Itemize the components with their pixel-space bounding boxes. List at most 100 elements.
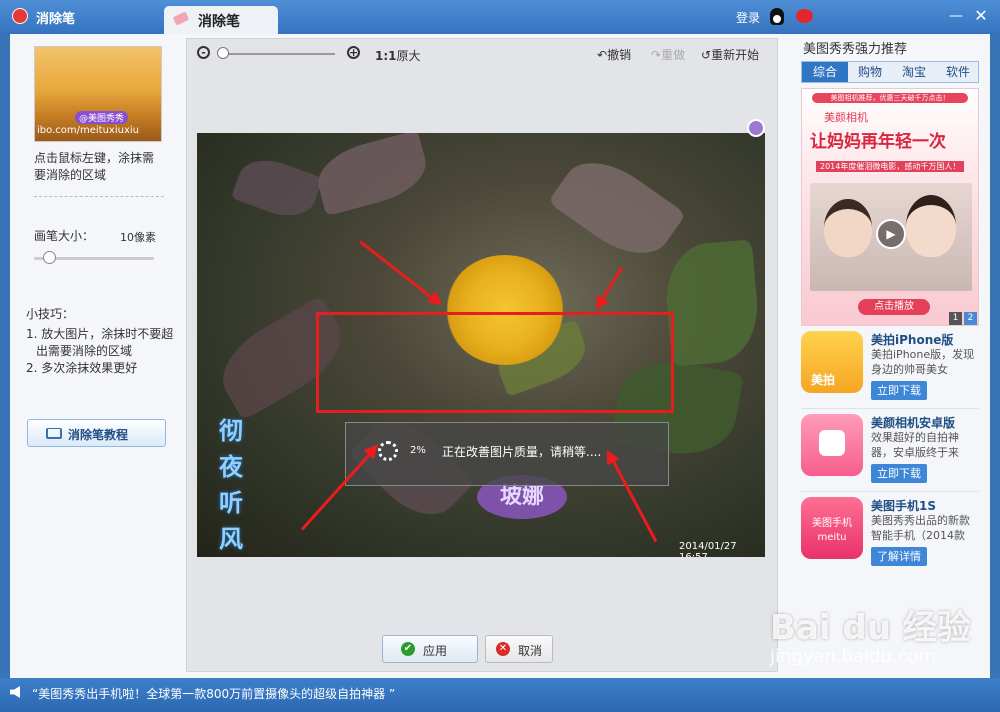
divider (801, 408, 979, 409)
play-icon[interactable]: ▶ (876, 219, 906, 249)
photo-leaf (547, 144, 687, 272)
ad-topline: 美图相机推荐，优惠三天破千万点击！ (812, 93, 968, 103)
meitu-phone-icon-text: 美图手机 meitu (812, 518, 852, 543)
ad-video-thumbnail[interactable]: ▶ (810, 183, 972, 291)
minimize-button[interactable]: — (948, 9, 964, 25)
reset-icon: ↺ (701, 48, 712, 62)
tip-item: 2. 多次涂抹效果更好 (26, 361, 138, 375)
download-button[interactable]: 立即下载 (871, 464, 927, 483)
tip-item: 1. 放大图片，涂抹时不要超出需要消除的区域 (26, 327, 174, 358)
meitu-phone-app-icon[interactable]: 美图手机 meitu (801, 497, 863, 559)
reset-button[interactable]: ↺重新开始 (701, 46, 759, 63)
brush-size-slider-handle[interactable] (42, 251, 56, 264)
divider (34, 196, 164, 197)
ad-subtitle: 2014年度催泪微电影，感动千万国人！ (816, 161, 965, 172)
app-name[interactable]: 美图手机1S (871, 497, 936, 514)
date-stamp: 2014/01/27 16:57 (679, 541, 737, 557)
cancel-icon: ✕ (496, 642, 510, 656)
photo-leaf (311, 133, 433, 217)
close-button[interactable]: ✕ (972, 7, 990, 25)
zoom-slider-handle[interactable] (217, 47, 229, 59)
undo-button[interactable]: ↶撤销 (597, 46, 631, 63)
brush-size-label: 画笔大小： (34, 229, 95, 243)
annotation-highlight-box (316, 312, 674, 413)
ad-headline: 让妈妈再年轻一次 (810, 132, 946, 152)
undo-label: 撤销 (607, 48, 632, 62)
title-bar: 消除笔 消除笔 登录 — ✕ (0, 0, 1000, 34)
redo-icon: ↷ (651, 48, 662, 62)
tips-list: 1. 放大图片，涂抹时不要超出需要消除的区域 2. 多次涂抹效果更好 (26, 326, 176, 377)
ratio-label: 原大 (396, 49, 421, 63)
app-title: 消除笔 (36, 12, 76, 27)
progress-percent: 2% (410, 445, 426, 456)
zoom-out-icon[interactable]: - (197, 46, 210, 59)
ad-person (824, 199, 872, 257)
announcement-marquee[interactable]: “美图秀秀出手机啦！全球第一款800万前置摄像头的超级自拍神器 ” (32, 685, 395, 702)
recommend-tabs: 综合 购物 淘宝 软件 (801, 61, 979, 83)
redo-button[interactable]: ↷重做 (651, 46, 685, 63)
baidu-watermark-url: jingyan.baidu.com (770, 646, 937, 667)
weibo-icon[interactable] (796, 9, 813, 23)
ad-person (906, 195, 956, 257)
recommend-title: 美图秀秀强力推荐 (803, 42, 908, 57)
handwriting-left: 彻夜听风 (219, 417, 243, 553)
thumbnail-watermark: ibo.com/meituxiuxiu (37, 125, 139, 136)
ad-page-2[interactable]: 2 (964, 312, 977, 325)
login-link[interactable]: 登录 (736, 9, 760, 26)
qq-belly (773, 15, 781, 23)
app-item-beauty-camera: 美颜相机安卓版 效果超好的自拍神器，安卓版终于来 立即下载 (801, 414, 979, 484)
ad-banner[interactable]: 美图相机推荐，优惠三天破千万点击！ 美颜相机 让妈妈再年轻一次 2014年度催泪… (801, 88, 979, 326)
tab-label: 消除笔 (198, 14, 240, 30)
baidu-watermark: Bai du 经验 (770, 608, 971, 648)
cancel-button[interactable]: ✕ 取消 (485, 635, 553, 663)
tab-software[interactable]: 软件 (936, 62, 980, 82)
zoom-in-icon[interactable]: + (347, 46, 360, 59)
camera-icon (819, 430, 845, 456)
tab-taobao[interactable]: 淘宝 (892, 62, 936, 82)
tips-title: 小技巧： (26, 307, 75, 321)
image-thumbnail[interactable]: @美图秀秀 ibo.com/meituxiuxiu (34, 46, 162, 142)
app-item-meitu-phone: 美图手机 meitu 美图手机1S 美图秀秀出品的新款智能手机（2014款 了解… (801, 497, 979, 567)
tutorial-button[interactable]: 消除笔教程 (27, 419, 166, 447)
app-name[interactable]: 美颜相机安卓版 (871, 414, 955, 431)
thumbnail-badge: @美图秀秀 (75, 111, 129, 124)
meipai-icon-text: 美拍 (811, 373, 836, 387)
tutorial-button-label: 消除笔教程 (68, 428, 129, 442)
book-icon (46, 428, 62, 439)
tab-general[interactable]: 综合 (802, 62, 848, 82)
meipai-app-icon[interactable]: 美拍 (801, 331, 863, 393)
brush-cursor-icon (747, 119, 765, 137)
beauty-camera-app-icon[interactable] (801, 414, 863, 476)
ad-brand: 美颜相机 (824, 111, 868, 124)
details-button[interactable]: 了解详情 (871, 547, 927, 566)
app-name[interactable]: 美拍iPhone版 (871, 331, 953, 348)
actual-size-button[interactable]: 1:1原大 (375, 47, 421, 64)
progress-text: 正在改善图片质量，请稍等.... (442, 445, 602, 459)
reset-label: 重新开始 (711, 48, 760, 62)
ratio-value: 1:1 (375, 49, 397, 63)
photo-leaf (230, 150, 324, 226)
left-panel: @美图秀秀 ibo.com/meituxiuxiu 点击鼠标左键，涂抹需要消除的… (10, 34, 176, 678)
divider (801, 491, 979, 492)
app-description: 美拍iPhone版，发现身边的帅哥美女 (871, 348, 975, 376)
photo-leaf (661, 239, 763, 367)
undo-icon: ↶ (597, 48, 608, 62)
app-description: 美图秀秀出品的新款智能手机（2014款 (871, 514, 970, 542)
apply-label: 应用 (423, 644, 448, 658)
app-item-meipai: 美拍 美拍iPhone版 美拍iPhone版，发现身边的帅哥美女 立即下载 (801, 331, 979, 401)
cancel-label: 取消 (518, 644, 543, 658)
speaker-icon[interactable] (10, 686, 20, 698)
usage-hint: 点击鼠标左键，涂抹需要消除的区域 (34, 151, 155, 182)
qq-icon[interactable] (770, 8, 784, 25)
zoom-slider[interactable] (219, 53, 335, 55)
tab-eraser[interactable]: 消除笔 (164, 6, 278, 34)
ad-play-button[interactable]: 点击播放 (858, 299, 930, 315)
ad-page-1[interactable]: 1 (949, 312, 962, 325)
apply-button[interactable]: ✔ 应用 (382, 635, 478, 663)
download-button[interactable]: 立即下载 (871, 381, 927, 400)
brush-size-value: 10像素 (120, 231, 156, 244)
tab-shopping[interactable]: 购物 (848, 62, 892, 82)
app-description: 效果超好的自拍神器，安卓版终于来 (871, 431, 959, 459)
app-logo-icon (12, 8, 28, 24)
status-bar: “美图秀秀出手机啦！全球第一款800万前置摄像头的超级自拍神器 ” (0, 678, 1000, 712)
